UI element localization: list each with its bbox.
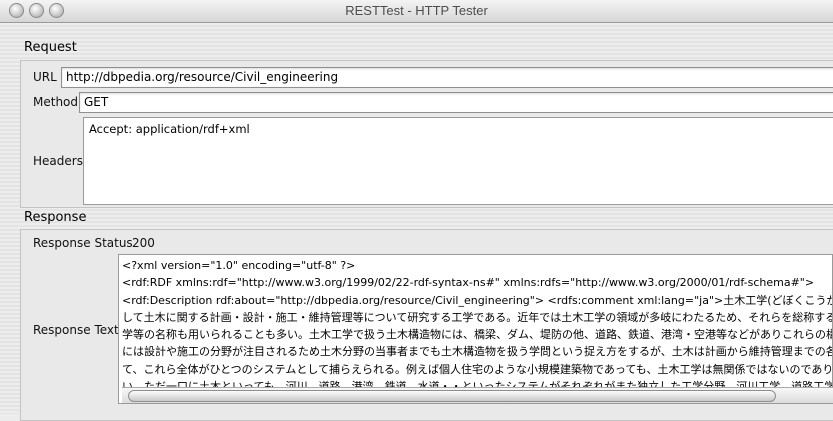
response-text-line: には設計や施工の分野が注目されるため土木分野の当事者までも土木構造物を扱う学問と… [122,345,833,359]
headers-label: Headers [33,154,83,168]
response-text-line: て、これら全体がひとつのシステムとして捕らえられる。例えば個人住宅のような小規模… [122,362,833,376]
request-section-title: Request [24,40,77,55]
response-text-line: <rdf:RDF xmlns:rdf="http://www.w3.org/19… [122,276,815,290]
response-section-title: Response [24,210,87,225]
response-text-line: <rdf:Description rdf:about="http://dbped… [122,293,833,307]
scrollbar-thumb[interactable] [128,390,776,402]
response-status-value: 200 [132,236,155,250]
response-textarea[interactable]: <?xml version="1.0" encoding="utf-8" ?> … [118,254,833,404]
response-text-content: <?xml version="1.0" encoding="utf-8" ?> … [122,257,833,403]
title-bar: RESTTest - HTTP Tester [0,0,833,23]
method-input[interactable]: GET [79,92,833,113]
url-label: URL [33,70,57,84]
response-text-line: <?xml version="1.0" encoding="utf-8" ?> [122,259,356,272]
horizontal-scrollbar[interactable] [122,387,833,403]
headers-textarea[interactable]: Accept: application/rdf+xml [83,117,833,205]
response-text-line: 学等の名称も用いられることも多い。土木工学で扱う土木構造物には、橋梁、ダム、堤防… [122,328,833,342]
url-input[interactable]: http://dbpedia.org/resource/Civil_engine… [61,67,833,88]
response-status-label: Response Status [33,236,133,250]
method-label: Method [33,95,79,109]
window-title: RESTTest - HTTP Tester [345,3,488,18]
response-text-label: Response Text [33,323,119,337]
response-text-line: して土木に関する計画・設計・施工・維持管理等について研究する工学である。近年では… [122,310,833,324]
